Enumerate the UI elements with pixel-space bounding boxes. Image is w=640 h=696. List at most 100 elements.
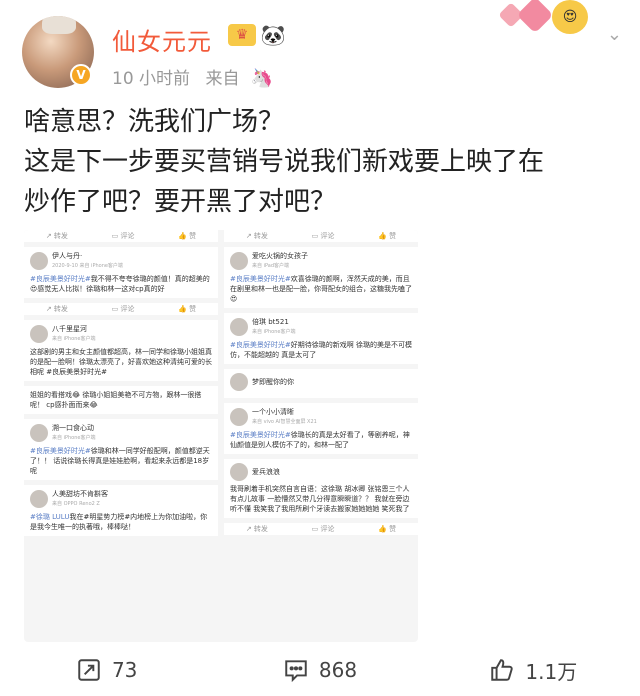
mini-user-row: 八千里星河 来自 iPhone客户端	[30, 324, 212, 344]
post-line: 炒作了吧？要开黑了对吧？	[24, 187, 337, 217]
mini-hashtag[interactable]: #良辰美景好时光#	[230, 341, 291, 349]
mini-source: 来自 iPhone客户端	[252, 329, 296, 335]
mini-comment-text: 这部剧的男主和女主颜值都超高，林一同学和徐璐小姐姐真的是配一脸啊！徐璐太漂亮了，…	[30, 347, 212, 377]
mini-comment-text: #徐璐 LULU我在#明星势力榜#内地榜上为你加油啦，你是我今生唯一的执著哦，棒…	[30, 512, 212, 532]
mini-hashtag[interactable]: #良辰美景好时光#	[230, 431, 291, 439]
mini-comment-card: 一个小小清晰 来自 vivo AI智慧全面屏 X21 #良辰美景好时光#徐璐长的真是…	[224, 403, 418, 454]
mini-user-row: 梦即醒你的你	[230, 373, 412, 391]
mini-avatar	[230, 252, 248, 270]
mini-username: 八千里星河	[52, 325, 87, 333]
mini-hashtag[interactable]: #良辰美景好时光#	[30, 447, 91, 455]
panda-icon: 🐼	[260, 23, 286, 47]
mini-action-row: ↗ 转发 ▭ 评论 👍 赞	[24, 303, 218, 315]
mini-comment-label[interactable]: ▭ 评论	[112, 304, 135, 314]
mini-source: 来自 iPhone客户端	[52, 435, 96, 441]
mini-user-info: 八千里星河 来自 iPhone客户端	[52, 324, 95, 344]
post-meta: 10 小时前 来自 🦄	[112, 64, 273, 89]
mini-comment-text: #良辰美景好时光#我不得不夸夸徐璐的颜值！真的超美的😍感觉无人比拟！徐璐和林一这…	[30, 274, 212, 294]
mini-user-row: 一个小小清晰来自 vivo AI智慧全面屏 X21	[230, 407, 412, 427]
mini-source: 来自 vivo AI智慧全面屏 X21	[252, 419, 317, 425]
comment-icon	[285, 660, 307, 683]
mini-avatar	[230, 463, 248, 481]
username[interactable]: 仙女元元	[112, 22, 212, 57]
chevron-down-icon[interactable]: ⌄	[607, 24, 622, 45]
mini-text: 这部剧的男主和女主颜值都超高，林一同学和徐璐小姐姐真的是配一脸啊！徐璐太漂亮了，…	[30, 348, 212, 376]
repost-button[interactable]: 73	[0, 644, 213, 696]
mini-comment-card: 溯一口食心动 来自 iPhone客户端 #良辰美景好时光#徐璐和林一同学好般配啊，颜…	[24, 419, 218, 480]
heart-icon	[516, 0, 554, 34]
embedded-screenshot[interactable]: ↗ 转发 ▭ 评论 👍 赞伊人与丹· 2020-9-10 来自 iPhone客户端 #良…	[24, 230, 418, 642]
mini-comment-card: 爱吃火锅的女孩子 来自 iPad客户端 #良辰美景好时光#欢喜徐璐的颜啊，浑然天成的…	[224, 247, 418, 308]
mini-avatar	[230, 318, 248, 336]
mini-comment-card: 人美甜坊不肯斟客 来自 OPPO Reno2 Z #徐璐 LULU我在#明星势力榜#…	[24, 485, 218, 536]
mini-user-row: 爱吃火锅的女孩子 来自 iPad客户端	[230, 251, 412, 271]
mini-repost-label[interactable]: ↗ 转发	[246, 231, 268, 241]
comment-button[interactable]: 868	[213, 644, 426, 696]
mini-user-info: 梦即醒你的你	[252, 377, 294, 387]
source-label: 来自	[205, 69, 240, 89]
mini-comment-label[interactable]: ▭ 评论	[312, 524, 335, 534]
like-button[interactable]: 1.1万	[427, 644, 640, 696]
like-count: 1.1万	[525, 659, 578, 684]
decoration-sticker: 😍	[498, 0, 592, 40]
mini-user-info: 一个小小清晰来自 vivo AI智慧全面屏 X21	[252, 407, 317, 427]
mini-like-label[interactable]: 👍 赞	[378, 524, 396, 534]
mini-repost-label[interactable]: ↗ 转发	[246, 524, 268, 534]
screenshot-column-right: ↗ 转发 ▭ 评论 👍 赞爱吃火锅的女孩子 来自 iPad客户端 #良辰美景好时光#欢喜…	[224, 230, 418, 642]
mini-comment-card: 八千里星河 来自 iPhone客户端这部剧的男主和女主颜值都超高，林一同学和徐璐小…	[24, 320, 218, 381]
mini-repost-label[interactable]: ↗ 转发	[46, 304, 68, 314]
mini-user-info: 爱吃火锅的女孩子 来自 iPad客户端	[252, 251, 308, 271]
mini-source: 来自 OPPO Reno2 Z	[52, 501, 100, 507]
mini-user-row: 人美甜坊不肯斟客 来自 OPPO Reno2 Z	[30, 489, 212, 509]
v-badge-icon: V	[70, 64, 92, 86]
mini-comment-card: 爱兵浪浪我哥刷着手机突然自言自语：这徐璐 胡冰卿 张铭恩三个人有点儿故事 一脸懵…	[224, 459, 418, 518]
mini-hashtag[interactable]: #徐璐 LULU	[30, 513, 69, 521]
mini-text: 我哥刷着手机突然自言自语：这徐璐 胡冰卿 张铭恩三个人有点儿故事 一脸懵然又带几…	[230, 485, 410, 513]
mini-action-row: ↗ 转发 ▭ 评论 👍 赞	[224, 523, 418, 535]
mini-comment-label[interactable]: ▭ 评论	[312, 231, 335, 241]
mini-user-row: 伊人与丹· 2020-9-10 来自 iPhone客户端	[30, 251, 212, 271]
mini-user-info: 伊人与丹· 2020-9-10 来自 iPhone客户端	[52, 251, 123, 271]
post-header: V 仙女元元 ♛ 🐼 10 小时前 来自 🦄 😍 ⌄	[0, 0, 640, 90]
mini-like-label[interactable]: 👍 赞	[178, 231, 196, 241]
mini-text: 姐姐的看搭戏😂 徐璐小姐姐美艳不可方物，跟林一很搭呢！ cp感扑面而来😂	[30, 391, 202, 409]
mini-like-label[interactable]: 👍 赞	[178, 304, 196, 314]
mini-user-row: 爱兵浪浪	[230, 463, 412, 481]
mini-username: 人美甜坊不肯斟客	[52, 490, 108, 498]
like-icon	[491, 659, 514, 681]
post-line: 这是下一步要买营销号说我们新戏要上映了在	[24, 147, 545, 177]
mini-hashtag[interactable]: #良辰美景好时光#	[30, 275, 91, 283]
mini-source: 来自 iPad客户端	[252, 263, 290, 269]
mini-username: 倍琪 bt521	[252, 318, 289, 326]
mini-like-label[interactable]: 👍 赞	[378, 231, 396, 241]
mini-action-row: ↗ 转发 ▭ 评论 👍 赞	[24, 230, 218, 242]
mini-source: 2020-9-10 来自 iPhone客户端	[52, 263, 123, 269]
mini-avatar	[230, 408, 248, 426]
mini-avatar	[30, 424, 48, 442]
mini-avatar	[30, 252, 48, 270]
mini-comment-card: 梦即醒你的你	[224, 369, 418, 398]
mini-comment-text: 我哥刷着手机突然自言自语：这徐璐 胡冰卿 张铭恩三个人有点儿故事 一脸懵然又带几…	[230, 484, 412, 514]
mini-user-row: 倍琪 bt521 来自 iPhone客户端	[230, 317, 412, 337]
mini-user-info: 溯一口食心动 来自 iPhone客户端	[52, 423, 95, 443]
mini-username: 爱吃火锅的女孩子	[252, 252, 308, 260]
post-time: 10 小时前	[112, 69, 191, 89]
mini-user-info: 人美甜坊不肯斟客 来自 OPPO Reno2 Z	[52, 489, 108, 509]
action-bar: 73 868 1.1万	[0, 644, 640, 696]
mini-user-info: 爱兵浪浪	[252, 467, 280, 477]
mini-avatar	[30, 325, 48, 343]
repost-count: 73	[111, 658, 138, 682]
crown-icon[interactable]: ♛	[228, 24, 256, 46]
mini-comment-text: #良辰美景好时光#好期待徐璐的新戏啊 徐璐的美是不可模仿，不能超越的 真是太可了	[230, 340, 412, 360]
mini-comment-text: 姐姐的看搭戏😂 徐璐小姐姐美艳不可方物，跟林一很搭呢！ cp感扑面而来😂	[30, 390, 212, 410]
mini-comment-label[interactable]: ▭ 评论	[112, 231, 135, 241]
mini-user-row: 溯一口食心动 来自 iPhone客户端	[30, 423, 212, 443]
mini-avatar	[230, 373, 248, 391]
mini-username: 一个小小清晰	[252, 408, 294, 416]
repost-icon	[78, 659, 100, 681]
mini-username: 伊人与丹·	[52, 252, 83, 260]
unicorn-icon: 🦄	[250, 68, 274, 89]
mini-repost-label[interactable]: ↗ 转发	[46, 231, 68, 241]
mini-hashtag[interactable]: #良辰美景好时光#	[230, 275, 291, 283]
love-eyes-emoji-icon: 😍	[552, 0, 588, 34]
